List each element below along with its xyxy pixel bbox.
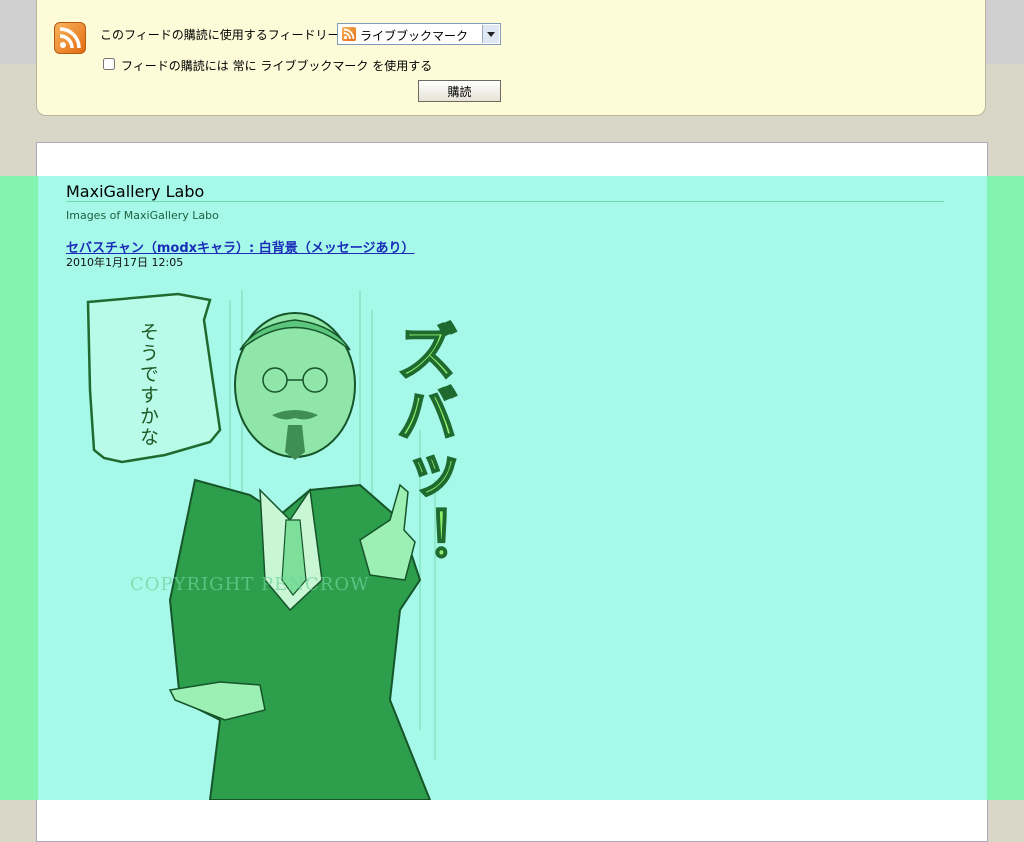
speech-bubble-text: そうですかな [137,322,159,448]
feed-title: MaxiGallery Labo [66,182,205,201]
rss-small-icon [342,27,356,41]
feed-reader-selected-value: ライブブックマーク [360,29,469,43]
watermark-text: COPYRIGHT PENCROW [130,574,370,595]
feed-reader-label: このフィードの購読に使用するフィードリーダー: [100,28,368,42]
rss-feed-icon [54,22,86,54]
feed-subtitle: Images of MaxiGallery Labo [66,209,219,222]
post-date: 2010年1月17日 12:05 [66,256,184,269]
subscribe-button[interactable]: 購読 [418,80,501,102]
title-divider [66,201,944,202]
feed-reader-select[interactable]: ライブブックマーク [337,23,501,45]
always-use-label: フィードの購読には 常に ライブブックマーク を使用する [121,59,433,73]
always-use-checkbox[interactable] [103,58,115,70]
chevron-down-icon[interactable] [482,25,499,43]
post-artwork-image: そうですかな ズバッ！ COPYRIGHT PENCROW [86,290,460,800]
figure-left-hand [168,681,266,721]
